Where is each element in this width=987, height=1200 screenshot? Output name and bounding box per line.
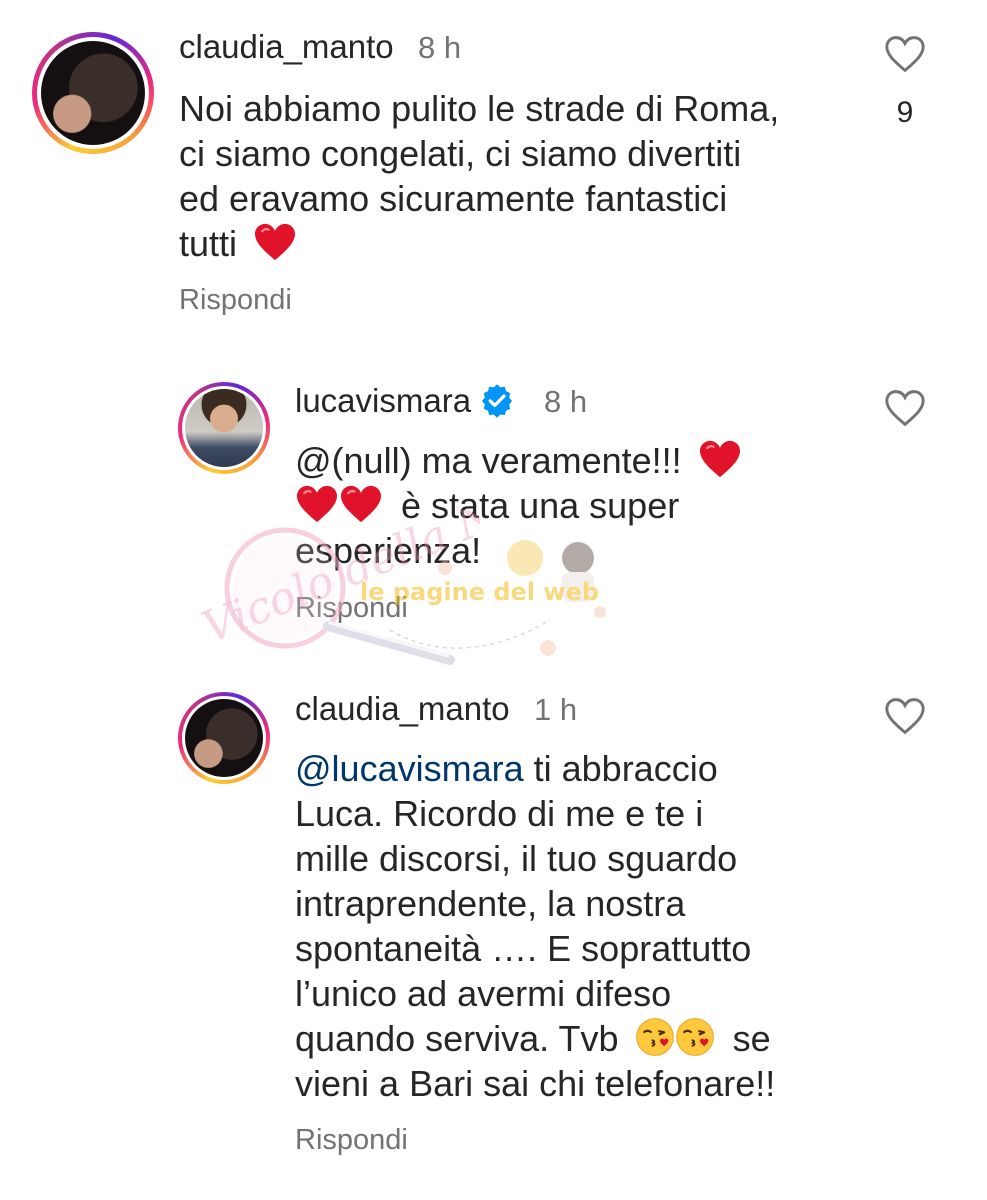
avatar[interactable] [178, 692, 270, 784]
avatar[interactable] [32, 32, 154, 154]
red-heart-icon [297, 485, 337, 523]
heart-outline-icon[interactable] [883, 388, 927, 428]
reply-button[interactable]: Rispondi [179, 284, 292, 317]
mention-link[interactable]: @lucavismara [295, 748, 524, 789]
reply-button[interactable]: Rispondi [295, 1124, 408, 1157]
like-count: 9 [896, 96, 914, 129]
comment-1: claudia_manto 8 h Noi abbiamo pulito le … [0, 0, 987, 340]
red-heart-icon [699, 440, 740, 478]
comment-username[interactable]: claudia_manto [179, 28, 394, 66]
verified-badge-icon [482, 384, 513, 418]
comment-text: @(null) ma veramente!!! è stata una supe… [295, 438, 742, 573]
comment-time: 1 h [534, 692, 578, 727]
comment-text: @lucavismara ti abbraccio Luca. Ricordo … [295, 748, 776, 1104]
comment-time: 8 h [418, 30, 462, 65]
kissing-face-icon [635, 1018, 674, 1056]
red-heart-icon [341, 485, 381, 523]
comment-3: claudia_manto 1 h @lucavismara ti abbrac… [0, 668, 987, 1200]
comment-username[interactable]: lucavismara [295, 382, 515, 420]
comment-username[interactable]: claudia_manto [295, 690, 510, 728]
avatar[interactable] [178, 382, 270, 474]
heart-outline-icon[interactable] [883, 696, 927, 736]
red-heart-icon [255, 223, 296, 261]
comment-text: Noi abbiamo pulito le strade di Roma, ci… [179, 88, 780, 264]
heart-outline-icon[interactable] [883, 34, 927, 74]
kissing-face-icon [675, 1018, 714, 1056]
reply-button[interactable]: Rispondi [295, 592, 408, 625]
comment-time: 8 h [544, 384, 588, 419]
comment-2: lucavismara 8 h @(null) ma veramente!!! … [0, 360, 987, 660]
